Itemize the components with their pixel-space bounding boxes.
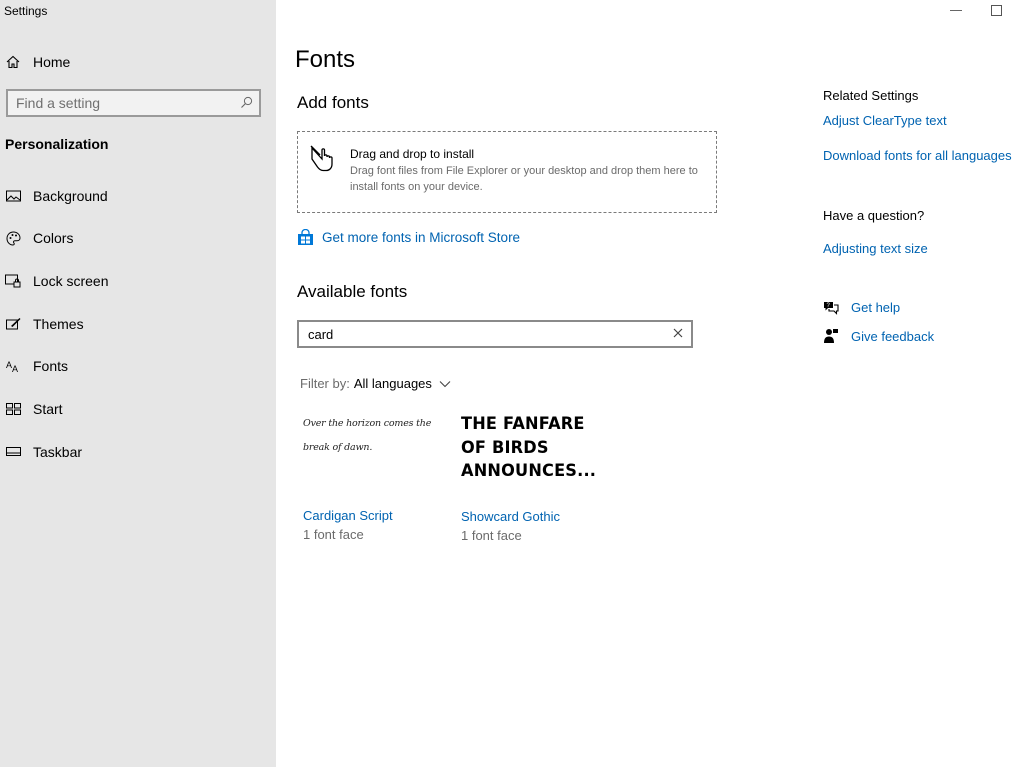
font-card-cardigan-script[interactable]: Over the horizon comes the break of dawn… (303, 410, 453, 542)
sidebar-item-background[interactable]: Background (0, 176, 276, 216)
get-help-label: Get help (851, 300, 901, 315)
get-help-link[interactable]: ? Get help (823, 300, 900, 315)
app-title: Settings (4, 4, 48, 18)
store-link-label: Get more fonts in Microsoft Store (322, 230, 521, 245)
sidebar-item-label: Taskbar (33, 444, 83, 460)
download-fonts-link[interactable]: Download fonts for all languages (823, 148, 1012, 163)
sidebar-item-taskbar[interactable]: Taskbar (0, 432, 276, 472)
related-settings-heading: Related Settings (823, 88, 919, 103)
svg-text:A: A (12, 364, 18, 373)
drop-zone-description: Drag font files from File Explorer or yo… (350, 165, 698, 193)
font-face-count: 1 font face (461, 528, 522, 543)
font-search-box[interactable] (297, 320, 693, 348)
font-card-showcard-gothic[interactable]: THE FANFARE OF BIRDS ANNOUNCES... Showca… (461, 410, 611, 543)
maximize-button[interactable] (991, 5, 1002, 16)
font-name[interactable]: Showcard Gothic (461, 509, 611, 524)
start-icon (5, 401, 21, 417)
help-chat-icon: ? (824, 302, 839, 315)
home-icon (6, 55, 20, 69)
font-drop-zone[interactable]: Drag and drop to install Drag font files… (297, 131, 717, 213)
sidebar-item-label: Fonts (33, 358, 69, 374)
sidebar-item-label: Lock screen (33, 273, 109, 289)
store-icon (298, 229, 313, 245)
font-preview: THE FANFARE OF BIRDS ANNOUNCES... (461, 414, 597, 481)
filter-value[interactable]: All languages (354, 376, 432, 391)
settings-search-input[interactable] (8, 91, 236, 115)
search-icon[interactable] (240, 96, 253, 109)
font-face-count: 1 font face (303, 527, 364, 542)
sidebar-item-label: Colors (33, 230, 74, 246)
close-icon[interactable] (672, 327, 684, 339)
lock-screen-icon (5, 273, 21, 289)
page-title: Fonts (295, 46, 356, 73)
sidebar-item-lock-screen[interactable]: Lock screen (0, 261, 276, 301)
adjust-cleartype-link[interactable]: Adjust ClearType text (823, 113, 947, 128)
feedback-icon (824, 329, 838, 343)
sidebar-item-themes[interactable]: Themes (0, 304, 276, 344)
sidebar-item-colors[interactable]: Colors (0, 218, 276, 258)
adjusting-text-size-link[interactable]: Adjusting text size (823, 241, 928, 256)
available-fonts-heading: Available fonts (297, 282, 408, 301)
give-feedback-label: Give feedback (851, 328, 935, 344)
question-heading: Have a question? (823, 208, 925, 223)
picture-icon (5, 188, 21, 204)
font-name[interactable]: Cardigan Script (303, 508, 453, 523)
palette-icon (5, 230, 21, 246)
themes-icon (5, 316, 21, 332)
fonts-icon: AA (5, 358, 21, 374)
hand-cursor-icon (310, 145, 333, 172)
sidebar-item-label: Background (33, 188, 108, 204)
nav-home[interactable]: Home (6, 52, 70, 72)
font-search-input[interactable] (299, 322, 648, 346)
nav-home-label: Home (33, 54, 71, 70)
get-more-fonts-link[interactable]: Get more fonts in Microsoft Store (297, 229, 520, 246)
chevron-down-icon[interactable] (439, 380, 451, 388)
sidebar-item-start[interactable]: Start (0, 389, 276, 429)
sidebar-item-fonts[interactable]: AA Fonts (0, 346, 276, 386)
language-filter[interactable]: Filter by: All languages (300, 376, 451, 391)
minimize-button[interactable] (950, 10, 962, 11)
section-personalization: Personalization (5, 136, 109, 152)
drop-zone-title: Drag and drop to install (350, 147, 475, 161)
sidebar: Settings Home Personalization Background… (0, 0, 276, 767)
settings-search-box[interactable] (6, 89, 261, 117)
give-feedback-link[interactable]: Give feedback (823, 328, 934, 344)
font-preview: Over the horizon comes the break of dawn… (303, 418, 432, 453)
sidebar-item-label: Themes (33, 316, 84, 332)
taskbar-icon (5, 444, 21, 460)
sidebar-item-label: Start (33, 401, 63, 417)
filter-label: Filter by: (300, 376, 350, 391)
add-fonts-heading: Add fonts (297, 93, 369, 112)
